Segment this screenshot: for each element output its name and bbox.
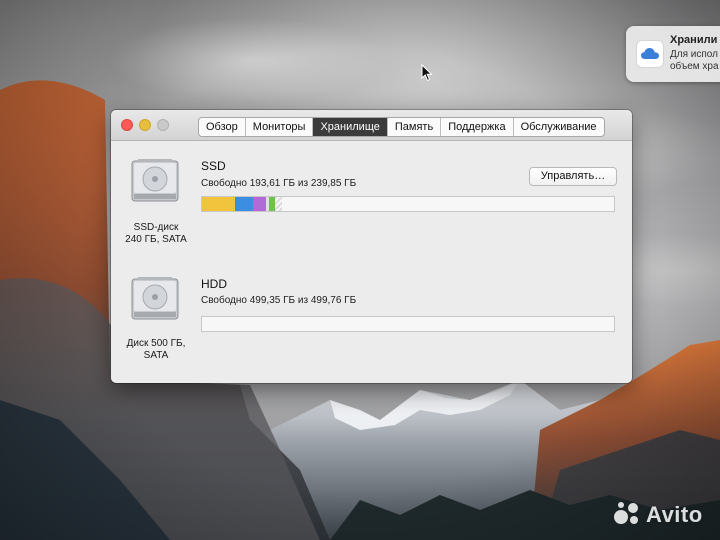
about-this-mac-window: Обзор Мониторы Хранилище Память Поддержк… xyxy=(111,110,632,383)
hdd-label-line-1: Диск 500 ГБ, xyxy=(126,338,186,349)
minimize-button[interactable] xyxy=(139,119,151,131)
manage-button[interactable]: Управлять… xyxy=(529,167,617,186)
ssd-disk-name: SSD xyxy=(201,159,226,173)
mouse-cursor-icon xyxy=(421,64,433,82)
icloud-icon xyxy=(636,40,664,68)
hdd-free-space: Свободно 499,35 ГБ из 499,76 ГБ xyxy=(201,295,357,306)
close-button[interactable] xyxy=(121,119,133,131)
tab-support[interactable]: Поддержка xyxy=(441,118,514,136)
window-titlebar[interactable]: Обзор Мониторы Хранилище Память Поддержк… xyxy=(111,110,632,141)
ssd-disk-label: SSD-диск 240 ГБ, SATA xyxy=(111,222,201,246)
ssd-usage-bar xyxy=(201,196,615,212)
zoom-button[interactable] xyxy=(157,119,169,131)
hdd-disk-name: HDD xyxy=(201,277,227,291)
hdd-disk-icon xyxy=(131,277,179,320)
notification-title: Хранили xyxy=(670,34,718,46)
tab-memory[interactable]: Память xyxy=(388,118,442,136)
notification-line-2: объем хра xyxy=(670,61,719,72)
hdd-usage-bar xyxy=(201,316,615,332)
hdd-label-line-2: SATA xyxy=(143,350,169,361)
avito-watermark: Avito xyxy=(612,500,702,530)
ssd-free-space: Свободно 193,61 ГБ из 239,85 ГБ xyxy=(201,178,357,189)
tab-overview[interactable]: Обзор xyxy=(199,118,246,136)
icloud-storage-notification[interactable]: Хранили Для испол объем хра xyxy=(626,26,720,82)
usage-segment-documents xyxy=(234,197,254,211)
notification-body: Для испол объем хра xyxy=(670,49,719,73)
tab-storage[interactable]: Хранилище xyxy=(313,118,388,136)
ssd-label-line-2: 240 ГБ, SATA xyxy=(125,234,187,245)
usage-segment-photos xyxy=(253,197,266,211)
notification-line-1: Для испол xyxy=(670,49,718,60)
tab-service[interactable]: Обслуживание xyxy=(514,118,604,136)
avito-logo-icon xyxy=(614,502,638,524)
hdd-disk-label: Диск 500 ГБ, SATA xyxy=(111,338,201,362)
usage-segment-apps xyxy=(202,197,235,211)
avito-watermark-text: Avito xyxy=(646,502,703,527)
ssd-label-line-1: SSD-диск xyxy=(133,222,179,233)
tab-displays[interactable]: Мониторы xyxy=(246,118,314,136)
usage-segment-purgeable xyxy=(274,197,283,211)
tab-bar: Обзор Мониторы Хранилище Память Поддержк… xyxy=(198,117,605,137)
ssd-disk-icon xyxy=(131,159,179,202)
